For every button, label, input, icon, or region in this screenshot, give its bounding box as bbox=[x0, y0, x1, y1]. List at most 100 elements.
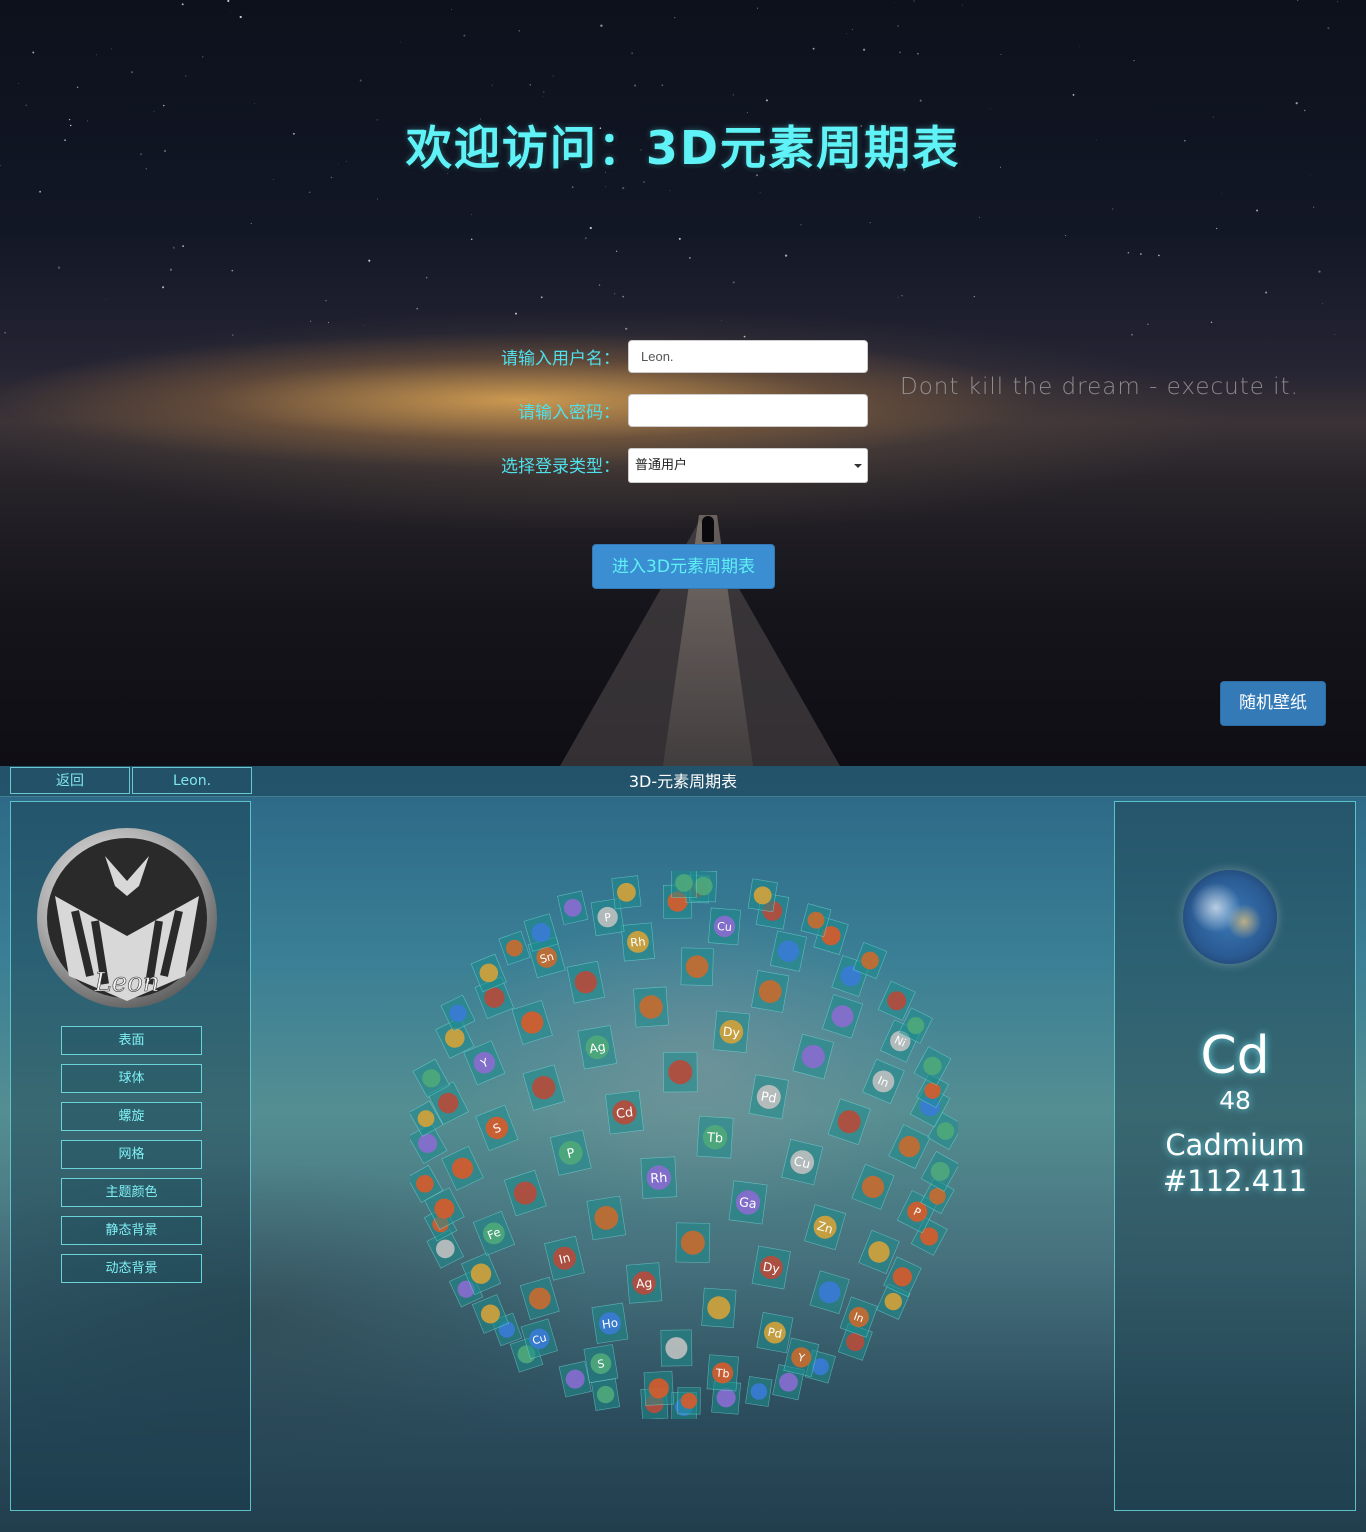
star bbox=[471, 214, 472, 215]
star bbox=[978, 216, 980, 218]
right-panel: Cd 48 Cadmium #112.411 bbox=[1114, 801, 1356, 1511]
star bbox=[377, 198, 378, 200]
star bbox=[491, 84, 493, 86]
star bbox=[622, 186, 625, 190]
star bbox=[901, 295, 903, 297]
caret-down-icon bbox=[854, 464, 862, 468]
element-tile bbox=[747, 878, 778, 913]
star bbox=[1334, 333, 1336, 335]
menu-item[interactable]: 动态背景 bbox=[61, 1254, 202, 1283]
element-tile: Tb bbox=[696, 1115, 734, 1159]
element-tile bbox=[851, 1163, 895, 1210]
star bbox=[616, 250, 618, 252]
star bbox=[1131, 333, 1133, 336]
element-tile-symbol: Rh bbox=[630, 934, 647, 949]
star bbox=[231, 269, 234, 272]
menu-item[interactable]: 网格 bbox=[61, 1140, 202, 1169]
menu-item[interactable]: 主题颜色 bbox=[61, 1178, 202, 1207]
star bbox=[678, 237, 681, 240]
viewer-title: 3D-元素周期表 bbox=[628, 772, 738, 791]
earth-icon bbox=[1183, 870, 1277, 964]
star bbox=[169, 268, 173, 271]
star bbox=[1158, 254, 1160, 257]
element-tile bbox=[920, 1151, 960, 1192]
star bbox=[162, 286, 165, 289]
element-tile: Tb bbox=[706, 1354, 739, 1392]
element-tile-symbol: Ag bbox=[588, 1039, 607, 1057]
star bbox=[613, 293, 616, 295]
element-symbol: Cd bbox=[1200, 1026, 1270, 1086]
star bbox=[1000, 54, 1002, 55]
menu-item[interactable]: 静态背景 bbox=[61, 1216, 202, 1245]
username-input[interactable]: Leon. bbox=[628, 340, 868, 373]
menu-item[interactable]: 球体 bbox=[61, 1064, 202, 1093]
star bbox=[327, 322, 330, 324]
star bbox=[584, 237, 587, 240]
element-tile bbox=[498, 930, 531, 966]
element-mass: #112.411 bbox=[1162, 1164, 1308, 1198]
password-input[interactable] bbox=[628, 394, 868, 427]
star bbox=[1297, 0, 1299, 2]
menu-item[interactable]: 螺旋 bbox=[61, 1102, 202, 1131]
star bbox=[368, 259, 371, 262]
star bbox=[1216, 227, 1218, 230]
element-tile bbox=[566, 960, 606, 1004]
element-tile: Ag bbox=[626, 1262, 663, 1304]
star bbox=[416, 307, 419, 310]
star bbox=[95, 54, 97, 56]
star bbox=[463, 34, 466, 37]
star bbox=[25, 104, 28, 107]
element-tile bbox=[675, 1222, 711, 1263]
star bbox=[542, 96, 544, 97]
star bbox=[17, 82, 19, 84]
star bbox=[1210, 321, 1213, 323]
star bbox=[732, 94, 734, 96]
element-tile bbox=[745, 1376, 773, 1407]
element-tile-symbol: Dy bbox=[762, 1260, 781, 1277]
star bbox=[542, 91, 545, 93]
star bbox=[111, 48, 113, 50]
element-tile: Dy bbox=[751, 1245, 791, 1290]
element-tile bbox=[503, 1169, 547, 1217]
element-sphere[interactable]: Tb S Y Cu Pd Ho In Ag Dy In Fe Zn P Ga Rh Cu P Tb S Cd Pd In Y… bbox=[406, 868, 964, 1422]
star bbox=[689, 257, 691, 259]
element-tile-symbol: Cd bbox=[615, 1105, 634, 1122]
element-tile bbox=[888, 1124, 931, 1169]
element-tile bbox=[677, 1387, 701, 1415]
star bbox=[309, 320, 312, 322]
username-label: 请输入用户名： bbox=[501, 349, 620, 369]
shield-eagle-logo: Leon bbox=[37, 828, 217, 1008]
enter-button[interactable]: 进入3D元素周期表 bbox=[592, 544, 775, 589]
element-tile bbox=[591, 1378, 621, 1411]
element-tile: Cd bbox=[605, 1090, 644, 1135]
star bbox=[227, 0, 230, 3]
login-type-value: 普通用户 bbox=[635, 458, 688, 473]
element-tile bbox=[680, 947, 714, 986]
star bbox=[642, 181, 645, 184]
random-wallpaper-button[interactable]: 随机壁纸 bbox=[1220, 681, 1326, 726]
star bbox=[451, 9, 452, 10]
element-tile: Rh bbox=[640, 1156, 678, 1199]
login-type-select[interactable]: 普通用户 bbox=[628, 448, 868, 483]
element-tile bbox=[663, 1051, 698, 1093]
star bbox=[631, 52, 633, 54]
element-tile-symbol: Dy bbox=[722, 1024, 741, 1041]
password-row: 请输入密码： bbox=[380, 394, 870, 428]
element-tile-symbol: Cu bbox=[717, 920, 733, 934]
element-tile-symbol: Tb bbox=[714, 1366, 730, 1380]
star bbox=[869, 222, 871, 224]
star bbox=[130, 71, 134, 74]
login-type-row: 选择登录类型： 普通用户 bbox=[380, 448, 870, 483]
username-row: 请输入用户名： Leon. bbox=[380, 340, 870, 374]
element-tile: P bbox=[549, 1129, 592, 1176]
element-orb bbox=[668, 1060, 693, 1085]
element-tile: Rh bbox=[620, 922, 655, 962]
element-tile-symbol: Ho bbox=[601, 1315, 619, 1331]
sphere-canvas[interactable]: TbS YCu PdHo InAgDyInFe ZnPGaRhCuPTbSCdPdInY… bbox=[406, 868, 964, 1422]
menu-item[interactable]: 表面 bbox=[61, 1026, 202, 1055]
star bbox=[1336, 1, 1338, 3]
star bbox=[812, 47, 815, 50]
element-tile: S bbox=[583, 1344, 619, 1384]
element-tile bbox=[660, 1329, 693, 1367]
star bbox=[363, 324, 365, 326]
